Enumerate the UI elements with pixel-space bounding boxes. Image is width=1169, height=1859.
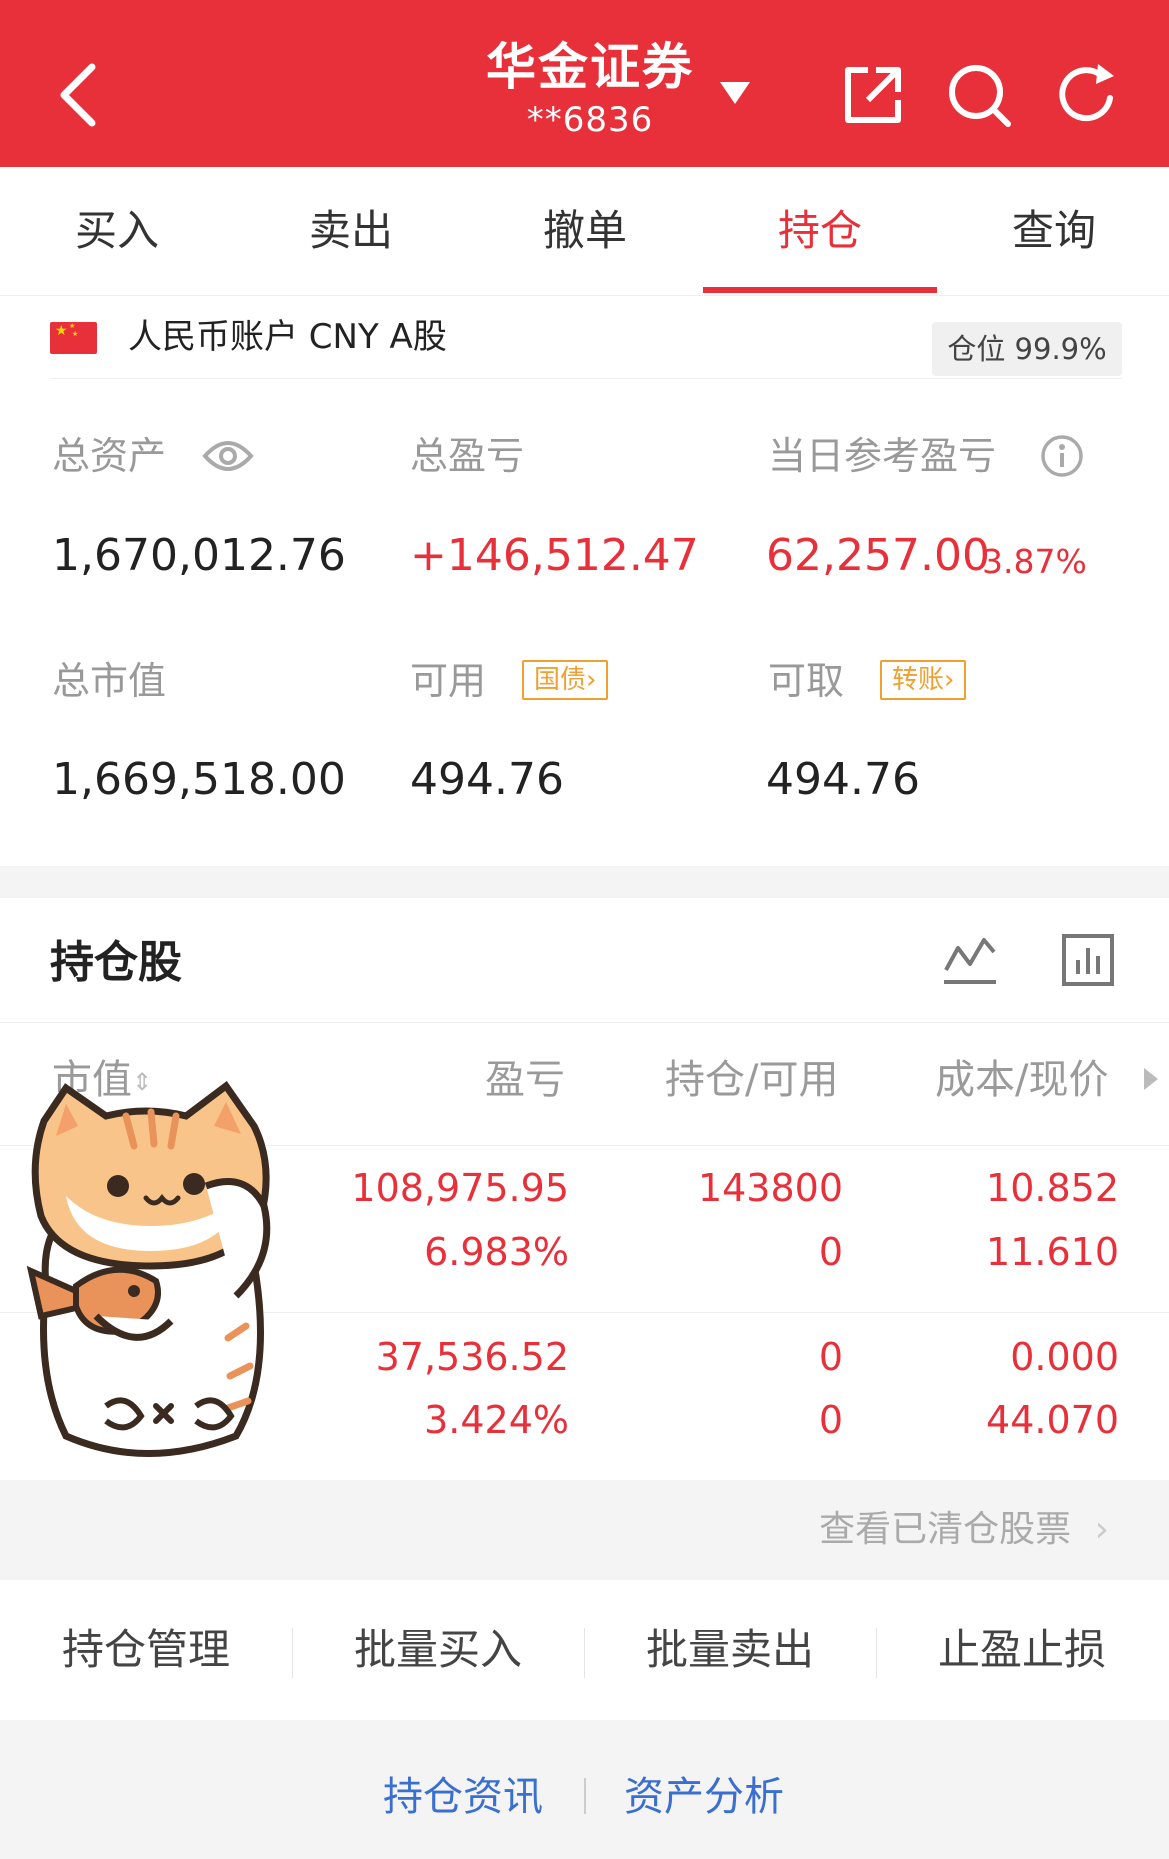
row-pnl-percent: 6.983% bbox=[424, 1230, 569, 1274]
holdings-title: 持仓股 bbox=[50, 937, 182, 988]
dropdown-icon[interactable] bbox=[718, 80, 752, 110]
cat-sticker bbox=[6, 1076, 291, 1465]
batch-sell-button[interactable]: 批量卖出 bbox=[584, 1580, 876, 1720]
row-available: 0 bbox=[818, 1398, 843, 1442]
holding-news-link[interactable]: 持仓资讯 bbox=[383, 1769, 543, 1825]
tab-buy[interactable]: 买入 bbox=[0, 167, 234, 295]
row-hold: 143800 bbox=[697, 1166, 843, 1210]
total-assets-label: 总资产 bbox=[52, 434, 167, 478]
row-price: 11.610 bbox=[986, 1230, 1119, 1274]
back-button[interactable] bbox=[50, 55, 110, 135]
share-icon[interactable] bbox=[838, 60, 908, 130]
available-value: 494.76 bbox=[410, 754, 564, 805]
asset-analysis-link[interactable]: 资产分析 bbox=[624, 1769, 784, 1825]
search-icon[interactable] bbox=[944, 60, 1014, 130]
tab-sell[interactable]: 卖出 bbox=[234, 167, 468, 295]
tab-holdings[interactable]: 持仓 bbox=[703, 167, 937, 295]
position-label: 仓位 bbox=[947, 332, 1006, 366]
row-pnl-percent: 3.424% bbox=[424, 1398, 569, 1442]
row-pnl: 108,975.95 bbox=[351, 1166, 569, 1210]
section-gap bbox=[0, 866, 1169, 898]
total-assets-value: 1,670,012.76 bbox=[52, 530, 346, 581]
tab-query[interactable]: 查询 bbox=[937, 167, 1169, 295]
scroll-right-icon[interactable] bbox=[1142, 1066, 1160, 1096]
batch-buy-button[interactable]: 批量买入 bbox=[292, 1580, 584, 1720]
cleared-stocks-label: 查看已清仓股票 bbox=[819, 1509, 1072, 1550]
market-value-label: 总市值 bbox=[52, 659, 167, 703]
daily-pnl-percent: 3.87% bbox=[982, 542, 1087, 581]
total-pnl-value: +146,512.47 bbox=[410, 530, 699, 581]
row-available: 0 bbox=[818, 1230, 843, 1274]
row-cost: 10.852 bbox=[986, 1166, 1119, 1210]
total-pnl-label: 总盈亏 bbox=[410, 434, 525, 478]
transfer-button[interactable]: 转账› bbox=[880, 660, 967, 700]
holding-actions: 持仓管理 批量买入 批量卖出 止盈止损 bbox=[0, 1580, 1169, 1720]
refresh-icon[interactable] bbox=[1052, 60, 1122, 130]
daily-pnl-value: 62,257.00 bbox=[766, 530, 990, 581]
chevron-right-icon: › bbox=[944, 665, 955, 695]
column-cost-price: 成本/现价 bbox=[935, 1057, 1109, 1103]
position-ratio-badge: 仓位 99.9% bbox=[932, 322, 1122, 376]
divider bbox=[50, 378, 1122, 379]
cleared-stocks-link[interactable]: 查看已清仓股票 › bbox=[819, 1504, 1109, 1556]
row-pnl: 37,536.52 bbox=[375, 1335, 569, 1379]
withdrawable-label: 可取 bbox=[768, 659, 845, 703]
chevron-right-icon: › bbox=[586, 665, 597, 695]
available-label: 可用 bbox=[410, 659, 487, 703]
divider bbox=[584, 1778, 586, 1814]
account-type-label: 人民币账户 CNY A股 bbox=[128, 317, 447, 357]
withdrawable-value: 494.76 bbox=[766, 754, 920, 805]
eye-icon[interactable] bbox=[202, 434, 254, 482]
info-icon[interactable] bbox=[1040, 434, 1084, 482]
treasury-bond-label: 国债 bbox=[534, 665, 587, 695]
stop-profit-loss-button[interactable]: 止盈止损 bbox=[876, 1580, 1168, 1720]
row-hold: 0 bbox=[818, 1335, 843, 1379]
market-value: 1,669,518.00 bbox=[52, 754, 346, 805]
broker-name: 华金证券 bbox=[486, 38, 694, 96]
tab-cancel[interactable]: 撤单 bbox=[468, 167, 702, 295]
treasury-bond-button[interactable]: 国债› bbox=[522, 660, 609, 700]
row-price: 44.070 bbox=[986, 1398, 1119, 1442]
active-tab-indicator bbox=[703, 287, 937, 293]
column-pnl: 盈亏 bbox=[485, 1057, 565, 1103]
trend-chart-icon[interactable] bbox=[942, 932, 998, 992]
manage-holdings-button[interactable]: 持仓管理 bbox=[0, 1580, 292, 1720]
bar-chart-icon[interactable] bbox=[1060, 932, 1116, 992]
daily-pnl-label: 当日参考盈亏 bbox=[768, 434, 997, 478]
account-switcher[interactable]: 华金证券 **6836 bbox=[430, 34, 750, 140]
position-value: 99.9% bbox=[1014, 332, 1107, 366]
transfer-label: 转账 bbox=[892, 665, 945, 695]
chevron-left-icon bbox=[60, 63, 96, 127]
account-number: **6836 bbox=[526, 100, 654, 140]
chevron-right-icon: › bbox=[1094, 1509, 1109, 1550]
column-hold-available: 持仓/可用 bbox=[665, 1057, 839, 1103]
divider bbox=[0, 1022, 1169, 1023]
china-flag-icon: ★ ★ ★ bbox=[50, 322, 97, 354]
trade-tabs: 买入 卖出 撤单 持仓 查询 bbox=[0, 167, 1169, 296]
row-cost: 0.000 bbox=[1010, 1335, 1119, 1379]
